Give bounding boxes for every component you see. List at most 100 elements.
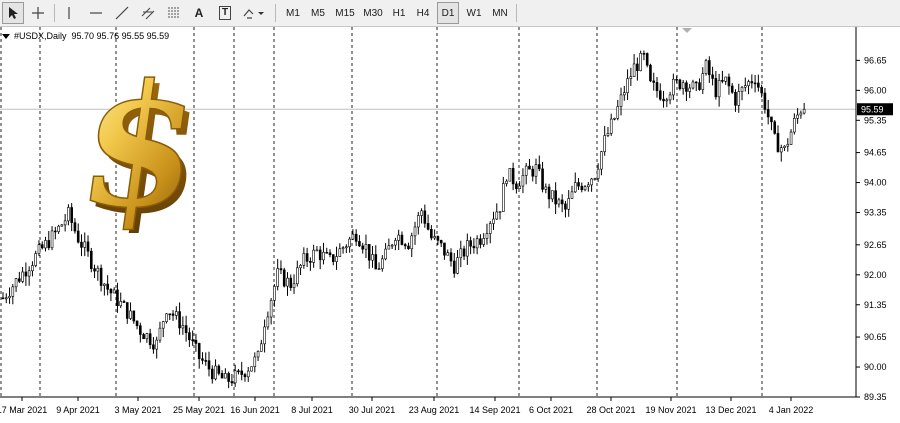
horizontal-line-tool-button[interactable] [85,2,107,24]
candle-body [390,244,394,247]
candle-body [799,112,803,116]
candle-body [371,254,374,261]
candle-body [603,135,606,152]
candle-body [394,240,397,246]
price-tick-label: 95.35 [864,115,887,125]
candle-body [469,240,472,247]
candle-body [315,249,319,252]
timeframe-m30-button[interactable]: M30 [360,2,386,24]
cursor-tool-button[interactable] [2,2,24,24]
price-tick-label: 90.65 [864,332,887,342]
candle-body [721,80,724,82]
chart-shift-marker [682,28,692,33]
candle-body [171,313,175,316]
candle-body [708,60,711,76]
candle-body [220,373,224,379]
candle-body [658,90,662,100]
candle-body [351,233,355,240]
candle-body [309,261,312,263]
candle-body [27,270,31,277]
candle-body [560,199,564,205]
candle-body [717,80,721,98]
timeframe-h4-button[interactable]: H4 [412,2,434,24]
candle-body [573,182,577,193]
trendline-tool-button[interactable] [111,2,133,24]
candle-body [312,249,315,263]
vertical-line-tool-button[interactable] [58,2,80,24]
time-tick-label: 28 Oct 2021 [586,405,635,415]
candle-body [50,230,54,249]
candle-body [688,87,692,92]
candle-body [786,144,790,147]
candle-body [704,60,708,74]
timeframe-m15-button[interactable]: M15 [332,2,358,24]
candle-body [740,86,744,92]
fibonacci-tool-button[interactable] [163,2,185,24]
candle-body [374,254,378,270]
timeframe-w1-button[interactable]: W1 [463,2,485,24]
price-axis: 96.65 96.00 95.35 94.65 94.00 93.35 92.65 92.00… [855,27,887,402]
time-tick-label: 23 Aug 2021 [409,405,460,415]
timeframe-mn-button[interactable]: MN [488,2,512,24]
candle-body [335,256,338,262]
candle-body [367,244,371,261]
timeframe-m5-button[interactable]: M5 [307,2,329,24]
timeframe-m1-button[interactable]: M1 [282,2,304,24]
text-tool-button[interactable]: A [188,2,210,24]
candle-body [194,339,198,344]
crosshair-icon [32,7,44,19]
candle-body [492,218,495,224]
candle-body [266,316,270,328]
candle-body [24,271,28,277]
candle-body [587,184,590,188]
candle-body [233,370,237,384]
candle-body [439,240,443,244]
time-tick-label: 3 May 2021 [114,405,161,415]
candle-body [273,286,276,301]
time-tick-label: 30 Jul 2021 [349,405,396,415]
candle-body [253,356,257,367]
candle-body [730,85,734,93]
candle-body [31,265,34,272]
candle-body [796,114,799,119]
candle-body [475,238,479,249]
candle-body [488,223,492,234]
candle-body [747,81,750,86]
candle-body [103,283,106,286]
candle-body [423,210,427,224]
gold-dollar-sign-logo: $ $ [82,63,218,233]
candle-body [93,268,96,272]
candle-body [511,168,515,185]
candle-body [302,253,306,266]
candle-body [175,311,178,316]
crosshair-tool-button[interactable] [27,2,49,24]
candle-body [779,147,783,153]
candle-body [452,260,456,274]
price-tick-label: 90.00 [864,362,887,372]
candle-body [89,250,93,269]
timeframe-d1-button[interactable]: D1 [437,2,459,24]
time-tick-label: 9 Apr 2021 [56,405,100,415]
chart-menu-triangle-icon[interactable] [2,34,10,40]
candle-body [8,296,11,299]
candle-body [524,165,528,176]
candle-body [570,191,574,199]
candle-body [80,241,83,248]
time-tick-label: 25 May 2021 [173,405,225,415]
candle-body [197,343,201,360]
candle-body [112,289,116,294]
candle-body [701,73,705,90]
text-label-tool-button[interactable]: T [214,2,236,24]
candle-body [145,333,149,340]
candle-body [54,230,57,233]
candle-body [462,248,466,257]
shapes-dropdown-button[interactable] [240,2,270,24]
price-chart[interactable]: 96.65 96.00 95.35 94.65 94.00 93.35 92.65 92.00… [0,27,900,423]
timeframe-h1-button[interactable]: H1 [388,2,410,24]
horizontal-line-icon [90,12,102,14]
channel-tool-button[interactable] [137,2,159,24]
candle-body [1,297,5,300]
candle-body [165,313,168,322]
candle-body [73,222,77,232]
candle-body [210,368,214,380]
